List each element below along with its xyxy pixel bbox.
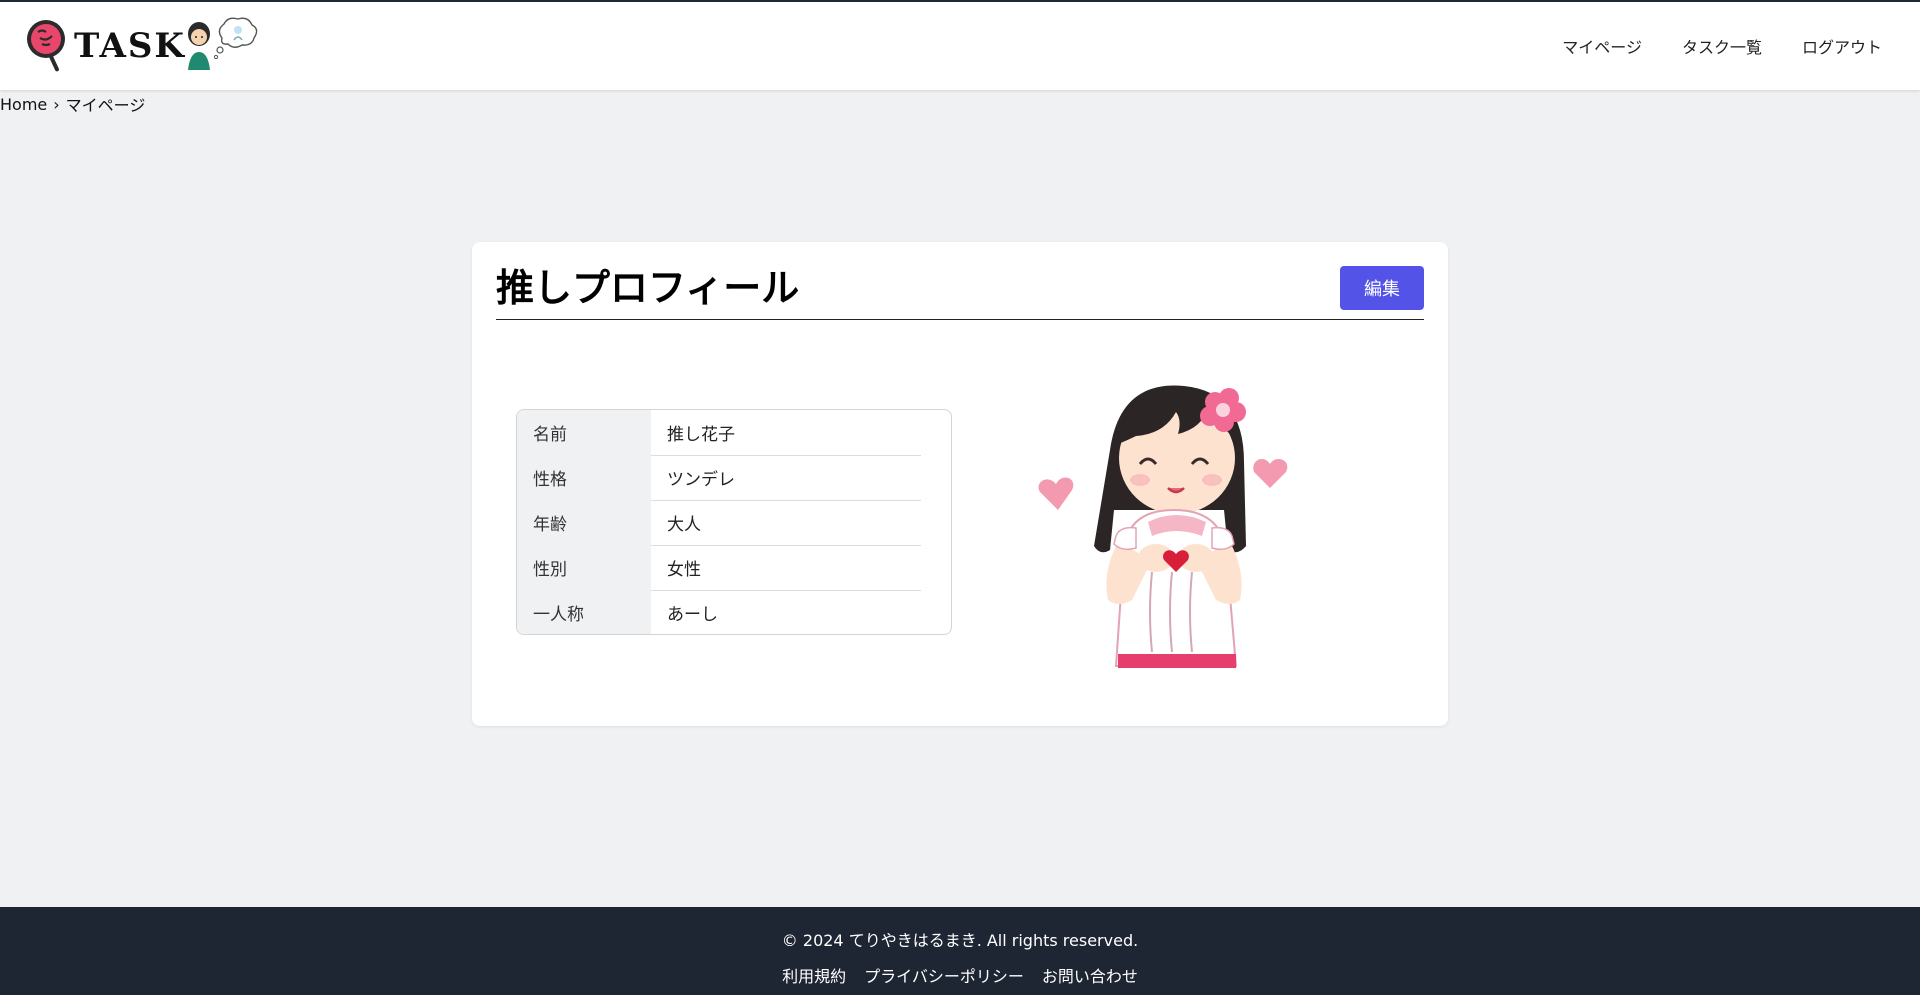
footer-link-privacy[interactable]: プライバシーポリシー (864, 963, 1024, 987)
uchiwa-fan-icon (27, 20, 65, 72)
field-value-name: 推し花子 (651, 410, 921, 456)
table-row: 名前 推し花子 (517, 410, 921, 456)
profile-card-header: 推しプロフィール 編集 (496, 266, 1424, 320)
footer-links: 利用規約 プライバシーポリシー お問い合わせ (0, 963, 1920, 987)
nav-mypage[interactable]: マイページ (1562, 34, 1642, 58)
main-nav: マイページ タスク一覧 ログアウト (1562, 34, 1882, 58)
nav-logout[interactable]: ログアウト (1802, 34, 1882, 58)
footer-link-contact[interactable]: お問い合わせ (1042, 963, 1138, 987)
table-row: 性別 女性 (517, 545, 921, 591)
heart-right-icon (1253, 458, 1288, 488)
heart-left-icon (1038, 477, 1074, 510)
field-value-gender: 女性 (651, 545, 921, 591)
field-label-gender: 性別 (517, 545, 651, 590)
profile-card: 推しプロフィール 編集 名前 推し花子 性格 ツンデレ 年齢 大人 性別 女性 … (472, 242, 1448, 726)
copyright-text: © 2024 てりやきはるまき. All rights reserved. (781, 931, 1139, 950)
field-value-age: 大人 (651, 500, 921, 546)
thought-bubble-icon (213, 17, 258, 60)
logo-girl-icon (187, 22, 210, 70)
site-footer: © 2024 てりやきはるまき. All rights reserved. 利用… (0, 907, 1920, 995)
site-logo[interactable]: TASK (24, 16, 260, 76)
breadcrumb-separator: › (53, 94, 60, 114)
breadcrumb-current: マイページ (65, 96, 146, 115)
field-value-first-person: あーし (651, 590, 921, 634)
breadcrumb-home-link[interactable]: Home (0, 95, 47, 114)
logo-text: TASK (74, 26, 186, 66)
page-title: 推しプロフィール (496, 266, 800, 310)
site-header: TASK マイページ タスク一覧 ログアウト (0, 2, 1920, 90)
breadcrumb: Home › マイページ (0, 92, 145, 116)
field-label-age: 年齢 (517, 500, 651, 545)
table-row: 年齢 大人 (517, 500, 921, 546)
edit-button[interactable]: 編集 (1340, 266, 1424, 310)
table-row: 一人称 あーし (517, 590, 921, 634)
field-value-personality: ツンデレ (651, 455, 921, 501)
table-row: 性格 ツンデレ (517, 455, 921, 501)
footer-link-terms[interactable]: 利用規約 (782, 963, 846, 987)
profile-table: 名前 推し花子 性格 ツンデレ 年齢 大人 性別 女性 一人称 あーし (516, 409, 952, 635)
oshi-character-illustration (1038, 385, 1288, 668)
field-label-name: 名前 (517, 410, 651, 455)
nav-task-list[interactable]: タスク一覧 (1682, 34, 1762, 58)
field-label-first-person: 一人称 (517, 590, 651, 634)
field-label-personality: 性格 (517, 455, 651, 500)
